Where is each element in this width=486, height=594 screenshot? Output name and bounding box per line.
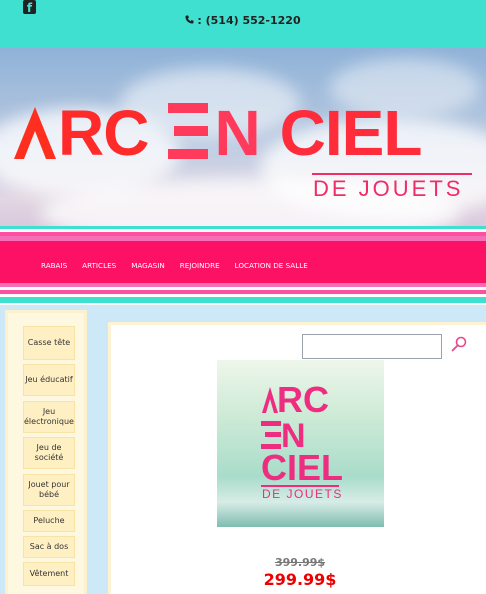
logo-rc: RC <box>58 97 149 169</box>
search-icon[interactable] <box>451 336 467 352</box>
category-jeu-electronique[interactable]: Jeu électronique <box>23 401 75 433</box>
nav-location-de-salle[interactable]: LOCATION DE SALLE <box>235 261 308 270</box>
logo-ciel: CIEL <box>279 97 423 169</box>
category-casse-tete[interactable]: Casse tête <box>23 326 75 360</box>
nav-articles[interactable]: ARTICLES <box>82 261 116 270</box>
nav-rabais[interactable]: RABAIS <box>41 261 67 270</box>
category-jeu-de-societe[interactable]: Jeu de société <box>23 437 75 469</box>
old-price: 399.99$ <box>274 556 326 569</box>
category-jouet-pour-bebe[interactable]: Jouet pour bébé <box>23 474 75 506</box>
product-logo-rc: RC <box>277 379 329 420</box>
logo-underline <box>312 173 472 175</box>
logo-caret-icon <box>14 107 56 159</box>
category-sac-a-dos[interactable]: Sac à dos <box>23 536 75 558</box>
facebook-icon[interactable]: f <box>23 0 36 14</box>
phone-icon <box>185 14 194 27</box>
site-logo[interactable]: RC N CIEL <box>12 97 423 169</box>
sale-price: 299.99$ <box>263 570 337 589</box>
product-image[interactable]: RC N CIEL DE JOUETS <box>217 360 384 527</box>
product-logo-subtitle: DE JOUETS <box>262 487 343 501</box>
phone-contact: : (514) 552-1220 <box>0 14 486 27</box>
logo-subtitle: DE JOUETS <box>313 176 464 201</box>
phone-number: : (514) 552-1220 <box>197 14 301 27</box>
nav-menu: RABAIS ARTICLES MAGASIN REJOINDRE LOCATI… <box>41 261 308 270</box>
product-logo-ciel: CIEL <box>261 447 344 488</box>
category-jeu-educatif[interactable]: Jeu éducatif <box>23 364 75 396</box>
nav-magasin[interactable]: MAGASIN <box>131 261 165 270</box>
category-peluche[interactable]: Peluche <box>23 510 75 532</box>
search-input[interactable] <box>302 334 442 359</box>
logo-en: N <box>168 97 261 169</box>
stripe-teal-bottom <box>0 297 486 303</box>
nav-rejoindre[interactable]: REJOINDRE <box>180 261 220 270</box>
